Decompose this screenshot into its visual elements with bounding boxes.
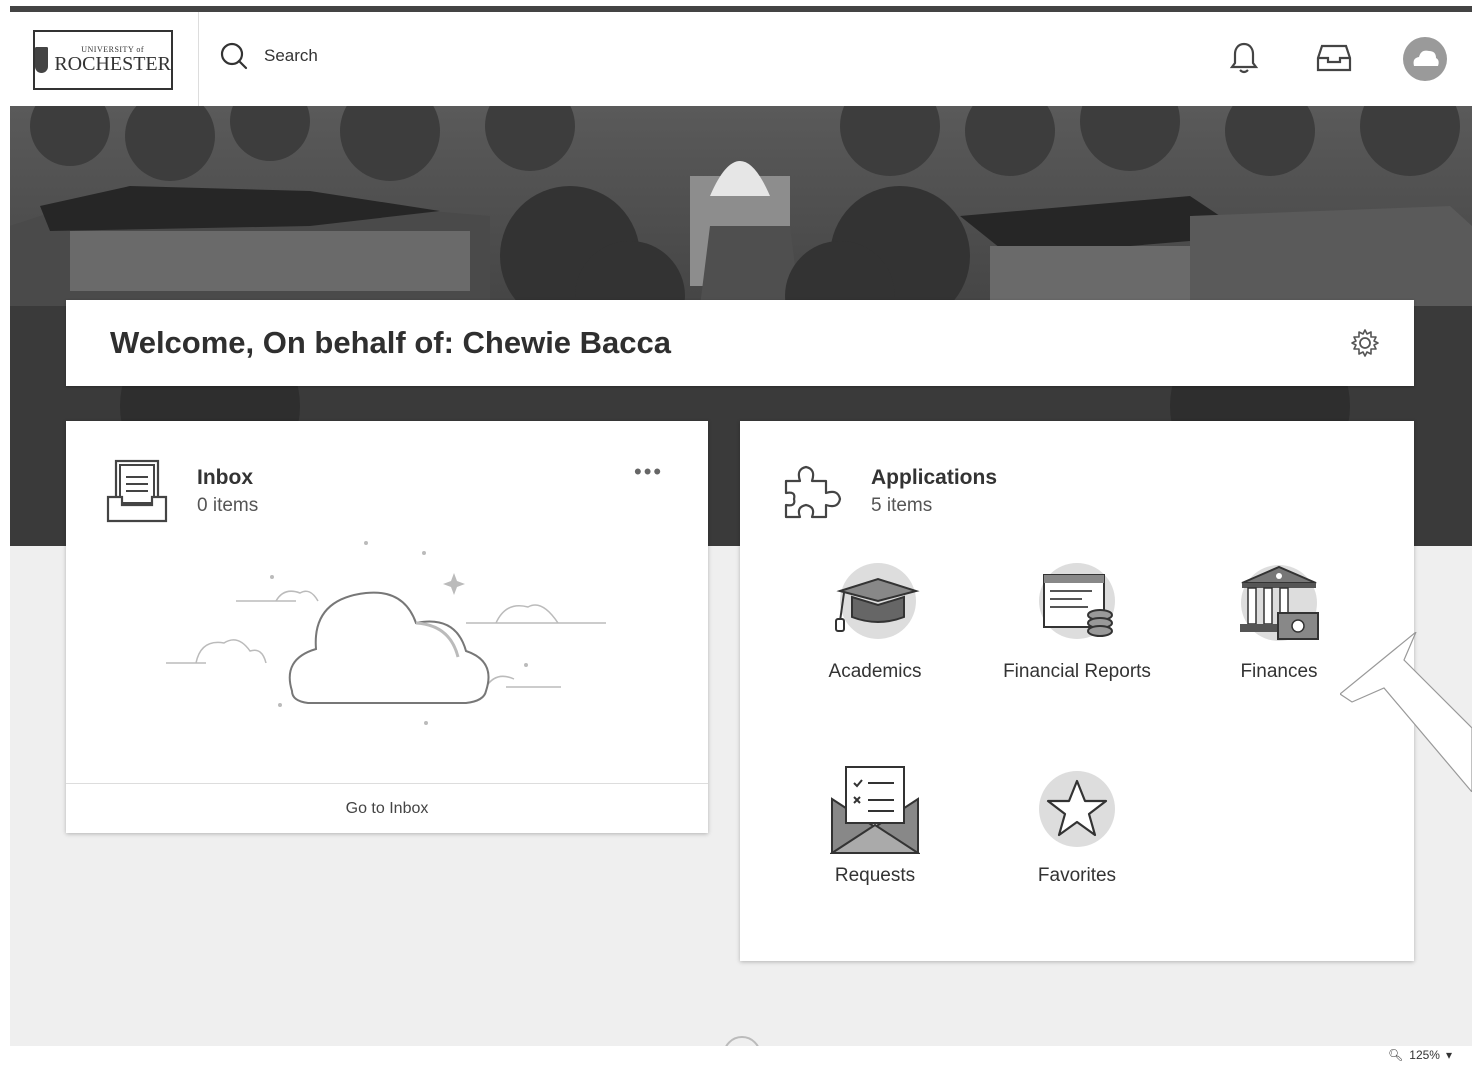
app-label-finances: Finances <box>1240 661 1318 682</box>
applications-title: Applications <box>871 466 998 489</box>
zoom-level: 125% <box>1409 1048 1440 1062</box>
star-icon <box>1039 771 1115 847</box>
bank-building-icon <box>1240 565 1319 641</box>
notifications-button[interactable] <box>1224 38 1264 78</box>
applications-count: 5 items <box>871 495 933 516</box>
zoom-dropdown-icon: ▾ <box>1445 1048 1452 1062</box>
scroll-down-indicator[interactable] <box>723 1036 761 1046</box>
university-seal-icon <box>35 47 49 73</box>
avatar-cloud-icon <box>1403 37 1447 81</box>
app-requests[interactable]: Requests <box>780 765 970 887</box>
logo-big-text: ROCHESTER <box>54 53 171 75</box>
university-logo[interactable]: UNIVERSITY of ROCHESTER <box>33 30 173 90</box>
bell-icon <box>1229 42 1259 74</box>
inbox-title: Inbox <box>197 466 253 489</box>
search-label: Search <box>264 46 318 65</box>
go-to-inbox-link[interactable]: Go to Inbox <box>66 783 708 834</box>
logo-area: UNIVERSITY of ROCHESTER <box>10 12 199 106</box>
zoom-control[interactable]: 🔍︎ 125% ▾ <box>1388 1048 1452 1062</box>
empty-inbox-cloud-illustration <box>166 541 606 725</box>
top-bar: UNIVERSITY of ROCHESTER Search <box>10 12 1472 107</box>
welcome-heading: Welcome, On behalf of: Chewie Bacca <box>110 325 672 360</box>
app-favorites[interactable]: Favorites <box>982 765 1172 887</box>
inbox-card: Inbox 0 items ••• Go to Inbox <box>66 421 708 833</box>
inbox-count: 0 items <box>197 495 259 516</box>
puzzle-piece-icon <box>784 465 842 519</box>
workday-window: UNIVERSITY of ROCHESTER Search Welcome, … <box>10 6 1472 1046</box>
app-label-academics: Academics <box>828 661 922 682</box>
app-financial-reports[interactable]: Financial Reports <box>982 561 1172 683</box>
browser-status-bar: 🔍︎ 125% ▾ <box>10 1046 1472 1065</box>
gear-icon <box>1351 329 1379 357</box>
zoom-icon: 🔍︎ <box>1388 1048 1404 1062</box>
applications-card: Applications 5 items Academics Financial… <box>740 421 1414 961</box>
financial-report-icon <box>1039 563 1115 639</box>
app-academics[interactable]: Academics <box>780 561 970 683</box>
inbox-more-button[interactable]: ••• <box>634 461 663 483</box>
profile-button[interactable] <box>1402 36 1448 82</box>
customize-settings-button[interactable] <box>1350 328 1380 363</box>
welcome-banner: Welcome, On behalf of: Chewie Bacca <box>66 300 1414 386</box>
inbox-tray-icon <box>1316 44 1352 72</box>
envelope-checklist-icon <box>828 766 922 854</box>
app-label-financial-reports: Financial Reports <box>1003 661 1151 682</box>
search-icon <box>220 42 248 70</box>
my-tasks-button[interactable] <box>1314 38 1354 78</box>
search-bar[interactable]: Search <box>220 42 318 70</box>
app-label-requests: Requests <box>834 865 916 886</box>
app-label-favorites: Favorites <box>1037 865 1117 886</box>
annotation-arrow <box>1340 632 1472 792</box>
inbox-tray-stack-icon <box>106 459 168 523</box>
graduation-cap-icon <box>835 563 920 639</box>
